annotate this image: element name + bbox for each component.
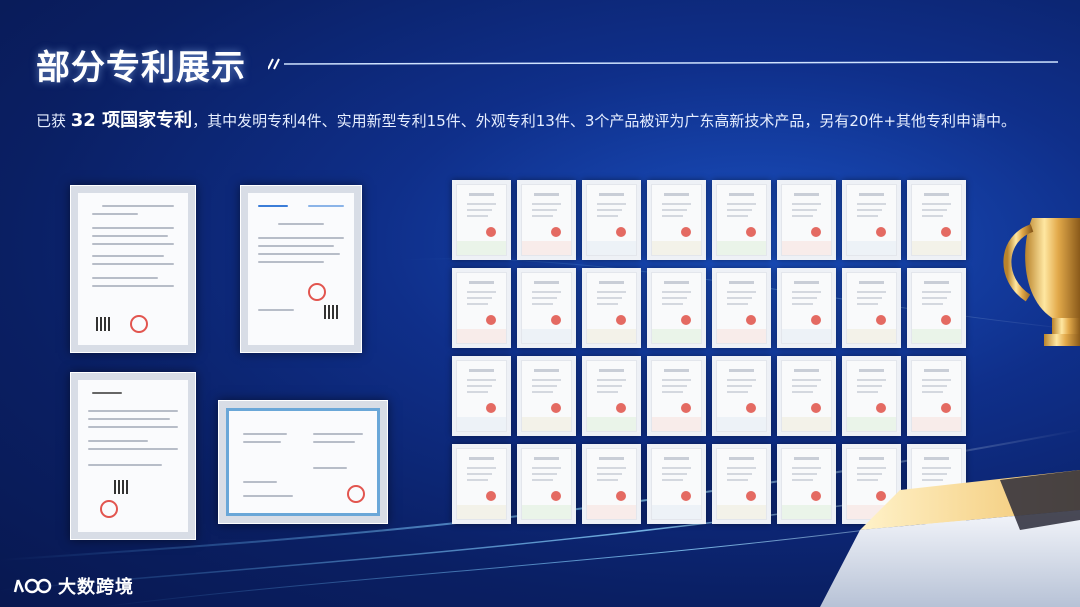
patent-certificate <box>712 268 771 348</box>
page-title: 部分专利展示 <box>36 48 246 88</box>
patent-certificate <box>777 268 836 348</box>
podium-graphic <box>820 470 1080 607</box>
patent-certificate <box>452 180 511 260</box>
patent-certificate <box>452 356 511 436</box>
patent-certificate <box>712 356 771 436</box>
patent-certificate <box>907 356 966 436</box>
certificate-image-2 <box>240 185 362 353</box>
patent-certificate <box>517 356 576 436</box>
patent-certificate <box>452 268 511 348</box>
summary-rest: ，其中发明专利4件、实用新型专利15件、外观专利13件、3个产品被评为广东高新技… <box>192 112 1017 130</box>
patent-certificate <box>647 356 706 436</box>
certificate-image-4 <box>218 400 388 524</box>
summary-highlight: 32 项国家专利 <box>70 110 193 131</box>
patent-certificate <box>582 180 641 260</box>
patent-certificate <box>777 356 836 436</box>
patent-certificate <box>517 180 576 260</box>
patent-certificate <box>777 180 836 260</box>
brand-logo-icon <box>13 578 52 594</box>
slide: 部分专利展示 已获 32 项国家专利，其中发明专利4件、实用新型专利15件、外观… <box>0 0 1080 607</box>
patent-certificate <box>517 444 576 524</box>
patent-certificate <box>712 444 771 524</box>
certificate-image-3 <box>70 372 196 540</box>
patent-certificate <box>582 444 641 524</box>
patent-certificate <box>842 268 901 348</box>
patent-summary: 已获 32 项国家专利，其中发明专利4件、实用新型专利15件、外观专利13件、3… <box>36 108 1036 134</box>
patent-certificate <box>907 180 966 260</box>
brand-name: 大数跨境 <box>58 577 134 598</box>
summary-prefix: 已获 <box>36 112 71 130</box>
patent-certificate <box>647 444 706 524</box>
patent-certificate <box>517 268 576 348</box>
trophy-icon <box>1003 218 1080 346</box>
patent-certificate <box>712 180 771 260</box>
brand-logo: 大数跨境 <box>12 573 134 599</box>
patent-certificate <box>582 268 641 348</box>
certificate-image-1 <box>70 185 196 353</box>
patent-certificate <box>907 268 966 348</box>
patent-certificate <box>452 444 511 524</box>
patent-certificate <box>842 356 901 436</box>
patent-certificate <box>842 180 901 260</box>
patent-certificate <box>647 180 706 260</box>
title-divider <box>268 58 1058 70</box>
patent-certificate <box>647 268 706 348</box>
patent-certificate <box>582 356 641 436</box>
